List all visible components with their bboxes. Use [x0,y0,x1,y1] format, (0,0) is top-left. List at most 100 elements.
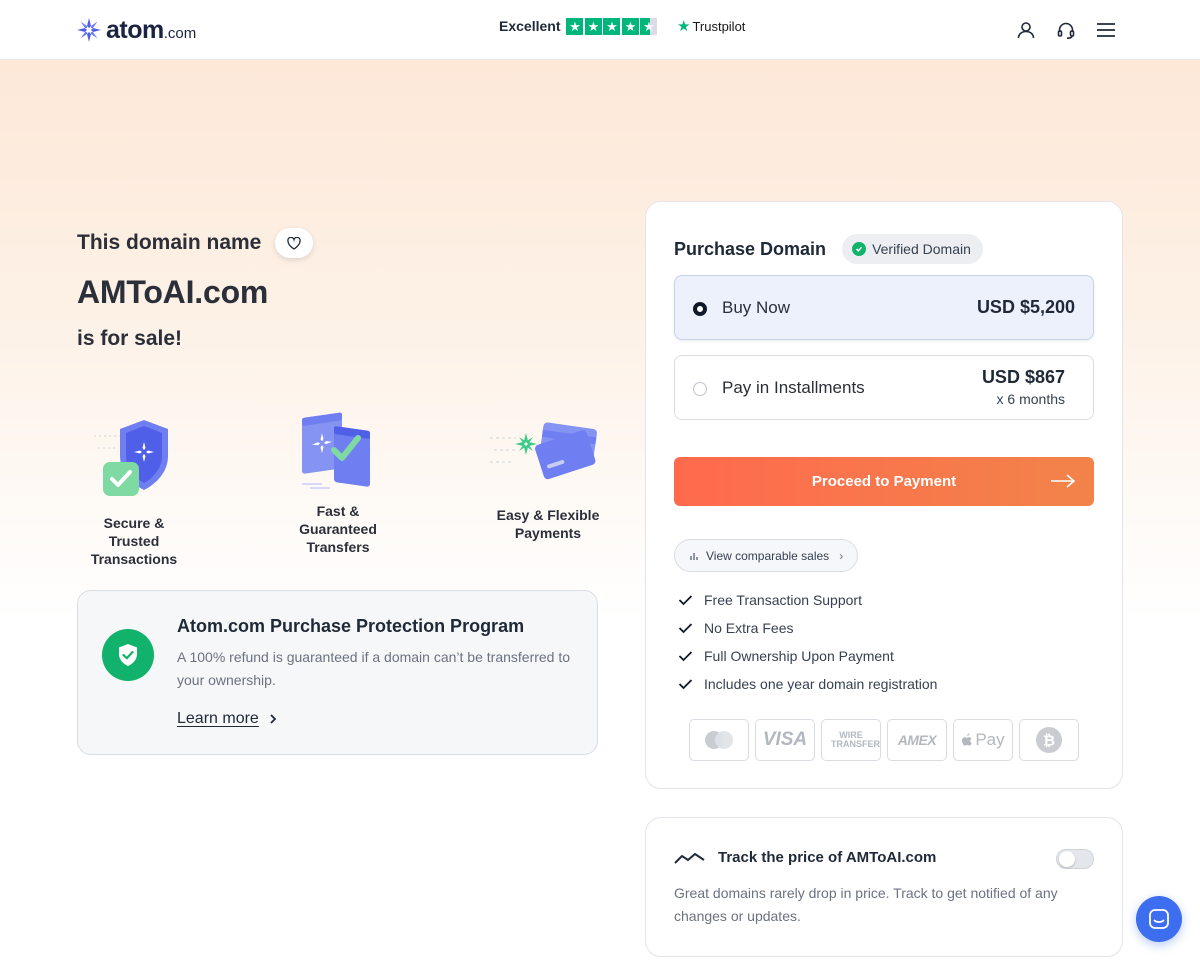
feature-label: Easy & Flexible Payments [489,506,607,542]
chat-support-button[interactable] [1136,896,1182,942]
proceed-to-payment-button[interactable]: Proceed to Payment [674,457,1094,506]
cards-icon [490,422,597,480]
feature-transfers: Fast & Guaranteed Transfers [283,404,393,556]
check-circle-icon [852,242,867,256]
benefit-text: Full Ownership Upon Payment [704,648,894,664]
apple-pay-text: Pay [975,730,1005,749]
verified-badge: Verified Domain [842,234,983,264]
comparable-sales-label: View comparable sales [706,548,830,563]
tracker-title-row: Track the price of AMToAI.com [674,849,936,866]
mastercard-icon [689,719,749,761]
feature-label-line: Guaranteed [299,521,377,537]
domain-name: AMToAI.com [77,274,269,310]
chat-icon [1149,909,1169,929]
protection-title: Atom.com Purchase Protection Program [177,616,525,636]
benefit-text: Includes one year domain registration [704,676,938,692]
apple-pay-icon: Pay [953,719,1013,761]
feature-label-line: Payments [514,525,582,541]
atom-logo[interactable]: atom .com [76,16,196,44]
option-price: USD $5,200 [976,297,1075,317]
star-icon: ★ [603,17,621,35]
atom-star-icon [77,18,101,42]
benefit-item: Free Transaction Support [678,586,937,614]
star-icon: ★ [621,17,639,35]
logo-tld: .com [163,25,197,42]
benefits-list: Free Transaction Support No Extra Fees F… [678,586,937,698]
arrow-right-icon [1051,474,1076,488]
headline-row: This domain name [77,228,599,258]
feature-label: Secure & Trusted Transactions [77,514,191,568]
favorite-button[interactable] [275,228,314,258]
check-icon [678,651,693,662]
benefit-item: Full Ownership Upon Payment [678,642,937,670]
wire-transfer-text: WIRE TRANSFER [831,730,880,749]
option-label: Buy Now [722,298,791,317]
shield-check-icon [94,420,168,496]
star-icon: ★ [584,17,602,35]
star-half-icon: ★ [640,17,658,35]
purchase-title: Purchase Domain [674,238,827,259]
feature-label-line: Transactions [90,551,178,567]
feature-label-line: Secure & Trusted [103,515,165,549]
feature-label-line: Fast & [316,503,360,519]
check-icon [678,595,693,606]
benefit-item: No Extra Fees [678,614,937,642]
toggle-knob [1059,851,1075,867]
view-comparable-sales-button[interactable]: View comparable sales › [674,539,859,572]
protection-description: A 100% refund is guaranteed if a domain … [177,649,571,688]
benefit-text: No Extra Fees [704,620,794,636]
verified-badge-text: Verified Domain [872,241,971,257]
chevron-right-icon: › [839,548,844,563]
bar-chart-icon [690,552,698,560]
heart-icon [287,236,302,250]
feature-secure: Secure & Trusted Transactions [77,416,191,568]
radio-buy-now[interactable] [693,302,707,316]
tracker-description: Great domains rarely drop in price. Trac… [674,885,1058,924]
top-navbar: atom .com Excellent ★ ★ ★ ★ ★ ★ Trustpil… [0,0,1200,60]
headset-icon[interactable] [1054,18,1078,42]
trust-label: Excellent [499,18,561,34]
menu-icon[interactable] [1094,18,1118,42]
for-sale-text: is for sale! [77,327,183,350]
visa-icon: VISA [755,719,815,761]
proceed-label: Proceed to Payment [811,473,957,490]
amex-icon: AMEX [887,719,947,761]
check-icon [678,679,693,690]
logo-text: atom [106,15,164,44]
option-price: USD $867 [981,367,1065,387]
header-actions [1014,18,1118,42]
trustpilot-brand-text: Trustpilot [692,18,746,34]
learn-more-link[interactable]: Learn more [177,710,281,728]
trustpilot-star-icon: ★ [676,18,691,35]
track-price-toggle[interactable] [1056,849,1094,869]
benefit-text: Free Transaction Support [704,592,862,608]
purchase-card: Purchase Domain Verified Domain Buy Now … [645,201,1123,789]
amex-text: AMEX [897,732,937,748]
learn-more-text: Learn more [177,710,259,727]
option-buy-now[interactable]: Buy Now USD $5,200 [674,275,1094,340]
headline-intro: This domain name [77,231,262,254]
shield-icon [102,629,154,681]
bitcoin-icon: ₿ [1019,719,1079,761]
svg-text:₿: ₿ [1043,732,1055,750]
visa-text: VISA [762,729,808,750]
chevron-right-icon [270,714,277,724]
purchase-protection-card: Atom.com Purchase Protection Program A 1… [77,590,598,755]
benefit-item: Includes one year domain registration [678,670,937,698]
trend-line-icon [674,852,705,864]
feature-label-line: Easy & Flexible [496,507,600,523]
star-icon: ★ [566,17,584,35]
feature-payments: Easy & Flexible Payments [489,416,607,542]
rating-stars: ★ ★ ★ ★ ★ [566,17,659,35]
tracker-title: Track the price of AMToAI.com [718,849,937,866]
purchase-header: Purchase Domain Verified Domain [674,234,983,264]
price-tracker-card: Track the price of AMToAI.com Great doma… [645,817,1123,957]
feature-list: Secure & Trusted Transactions Fast & Gua… [77,402,599,567]
transfer-icon [302,412,370,489]
option-installments[interactable]: Pay in Installments USD $867 x 6 months [674,355,1094,420]
trustpilot-rating[interactable]: Excellent ★ ★ ★ ★ ★ ★ Trustpilot [499,17,745,35]
check-icon [678,623,693,634]
user-icon[interactable] [1014,18,1038,42]
sale-headline: This domain name AMToAI.com is for sale! [77,228,599,351]
radio-installments[interactable] [693,382,707,396]
